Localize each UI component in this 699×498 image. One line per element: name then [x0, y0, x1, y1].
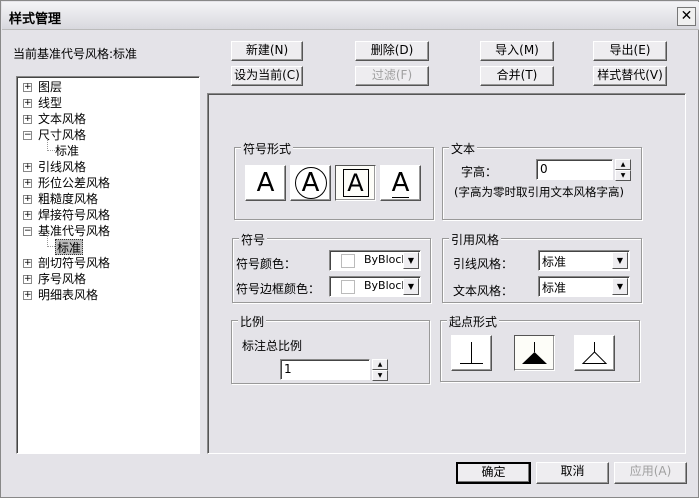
spin-up-button[interactable]: ▲	[615, 159, 631, 170]
expand-icon[interactable]: +	[23, 211, 32, 220]
tree-item[interactable]: 线型	[38, 95, 62, 111]
group-title: 符号	[239, 231, 268, 248]
group-title: 引用风格	[449, 231, 502, 248]
symbol-form-group: 符号形式 A A A A	[234, 140, 434, 220]
tree-connector	[47, 235, 55, 247]
symbol-color-select[interactable]: ByBlock ▼	[329, 250, 421, 271]
chevron-down-icon[interactable]: ▼	[403, 252, 419, 269]
glyph: A	[342, 169, 369, 197]
expand-icon[interactable]: +	[23, 179, 32, 188]
ok-button[interactable]: 确定	[456, 462, 531, 484]
leader-style-label: 引线风格：	[453, 257, 514, 271]
tree-item[interactable]: 尺寸风格	[38, 127, 86, 143]
group-title: 起点形式	[447, 313, 500, 330]
text-style-label: 文本风格：	[453, 284, 514, 298]
expand-icon[interactable]: +	[23, 259, 32, 268]
scale-label: 标注总比例	[242, 339, 303, 353]
open-triangle-icon	[581, 342, 608, 364]
set-current-button[interactable]: 设为当前(C)	[231, 66, 303, 86]
group-title: 文本	[449, 140, 478, 157]
new-button[interactable]: 新建(N)	[231, 41, 303, 61]
scale-input[interactable]: 1	[280, 359, 370, 380]
tree-item[interactable]: 粗糙度风格	[38, 191, 98, 207]
glyph: A	[256, 168, 275, 198]
tree-item[interactable]: 标准	[55, 143, 79, 159]
current-style-label: 当前基准代号风格:标准	[13, 47, 138, 61]
glyph: A	[294, 167, 327, 199]
tree-connector	[47, 139, 55, 151]
symbol-color-label: 符号颜色：	[236, 257, 297, 271]
text-height-note: (字高为零时取引用文本风格字高)	[454, 185, 624, 199]
symbol-form-plain[interactable]: A	[245, 165, 286, 201]
value: ByBlock	[364, 253, 408, 266]
expand-icon[interactable]: +	[23, 83, 32, 92]
expand-icon[interactable]: +	[23, 195, 32, 204]
import-button[interactable]: 导入(M)	[480, 41, 554, 61]
text-group: 文本 字高： 0 ▲ ▼ (字高为零时取引用文本风格字高)	[442, 140, 642, 220]
collapse-icon[interactable]: −	[23, 131, 32, 140]
title-bar: 样式管理 ✕	[2, 2, 699, 30]
color-swatch	[341, 254, 355, 268]
spin-down-button[interactable]: ▼	[372, 370, 388, 381]
value: ByBlock	[364, 279, 408, 292]
start-form-open-triangle[interactable]	[574, 335, 615, 371]
close-button[interactable]: ✕	[677, 7, 696, 26]
window-title: 样式管理	[9, 12, 62, 27]
tree-item[interactable]: 明细表风格	[38, 287, 98, 303]
style-override-button[interactable]: 样式替代(V)	[593, 66, 667, 86]
start-form-filled-triangle[interactable]	[514, 335, 555, 371]
chevron-down-icon[interactable]: ▼	[612, 252, 628, 269]
scale-group: 比例 标注总比例 1 ▲ ▼	[231, 313, 430, 384]
group-title: 比例	[238, 313, 267, 330]
tree-item[interactable]: 剖切符号风格	[38, 255, 110, 271]
start-form-perpendicular[interactable]	[451, 335, 492, 371]
spin-up-button[interactable]: ▲	[372, 359, 388, 370]
apply-button[interactable]: 应用(A)	[614, 462, 687, 484]
group-title: 符号形式	[241, 140, 294, 157]
text-height-input[interactable]: 0	[536, 159, 613, 180]
export-button[interactable]: 导出(E)	[593, 41, 667, 61]
tree-item[interactable]: 形位公差风格	[38, 175, 110, 191]
settings-panel: 符号形式 A A A A 文本 字高： 0 ▲ ▼ (字高为零时取引用文本风格字…	[207, 93, 686, 454]
frame-color-select[interactable]: ByBlock ▼	[329, 276, 421, 297]
chevron-down-icon[interactable]: ▼	[612, 278, 628, 295]
value: 标准	[542, 255, 567, 269]
filled-triangle-icon	[522, 342, 547, 364]
ref-style-group: 引用风格 引线风格： 标准 ▼ 文本风格： 标准 ▼	[442, 231, 642, 303]
symbol-form-box[interactable]: A	[335, 165, 376, 201]
tree-item[interactable]: 标准	[55, 239, 84, 255]
filter-button[interactable]: 过滤(F)	[355, 66, 429, 86]
text-height-label: 字高：	[461, 165, 498, 179]
symbol-group: 符号 符号颜色： ByBlock ▼ 符号边框颜色： ByBlock ▼	[232, 231, 431, 303]
symbol-form-circle[interactable]: A	[290, 165, 331, 201]
tree-item[interactable]: 序号风格	[38, 271, 86, 287]
expand-icon[interactable]: +	[23, 115, 32, 124]
spin-down-button[interactable]: ▼	[615, 170, 631, 181]
cancel-button[interactable]: 取消	[536, 462, 609, 484]
perpendicular-icon	[460, 342, 483, 364]
leader-style-select[interactable]: 标准 ▼	[538, 250, 630, 271]
style-manager-dialog: 样式管理 ✕ 当前基准代号风格:标准 新建(N) 删除(D) 导入(M) 导出(…	[0, 0, 699, 498]
tree-item[interactable]: 引线风格	[38, 159, 86, 175]
merge-button[interactable]: 合并(T)	[480, 66, 554, 86]
tree-item[interactable]: 文本风格	[38, 111, 86, 127]
chevron-down-icon[interactable]: ▼	[403, 278, 419, 295]
glyph: A	[391, 168, 410, 198]
color-swatch	[341, 280, 355, 294]
delete-button[interactable]: 删除(D)	[355, 41, 429, 61]
start-form-group: 起点形式	[440, 313, 640, 382]
tree-item[interactable]: 图层	[38, 79, 62, 95]
expand-icon[interactable]: +	[23, 291, 32, 300]
symbol-form-underline[interactable]: A	[380, 165, 421, 201]
expand-icon[interactable]: +	[23, 163, 32, 172]
style-tree[interactable]: + 图层 + 线型 + 文本风格 − 尺寸风格 标准 + 引线风格 + 形位公差风格 + 粗糙度风格 + 焊接符…	[16, 76, 200, 454]
expand-icon[interactable]: +	[23, 99, 32, 108]
expand-icon[interactable]: +	[23, 275, 32, 284]
frame-color-label: 符号边框颜色：	[236, 282, 321, 296]
value: 标准	[542, 281, 567, 295]
collapse-icon[interactable]: −	[23, 227, 32, 236]
tree-item[interactable]: 焊接符号风格	[38, 207, 110, 223]
text-style-select[interactable]: 标准 ▼	[538, 276, 630, 297]
